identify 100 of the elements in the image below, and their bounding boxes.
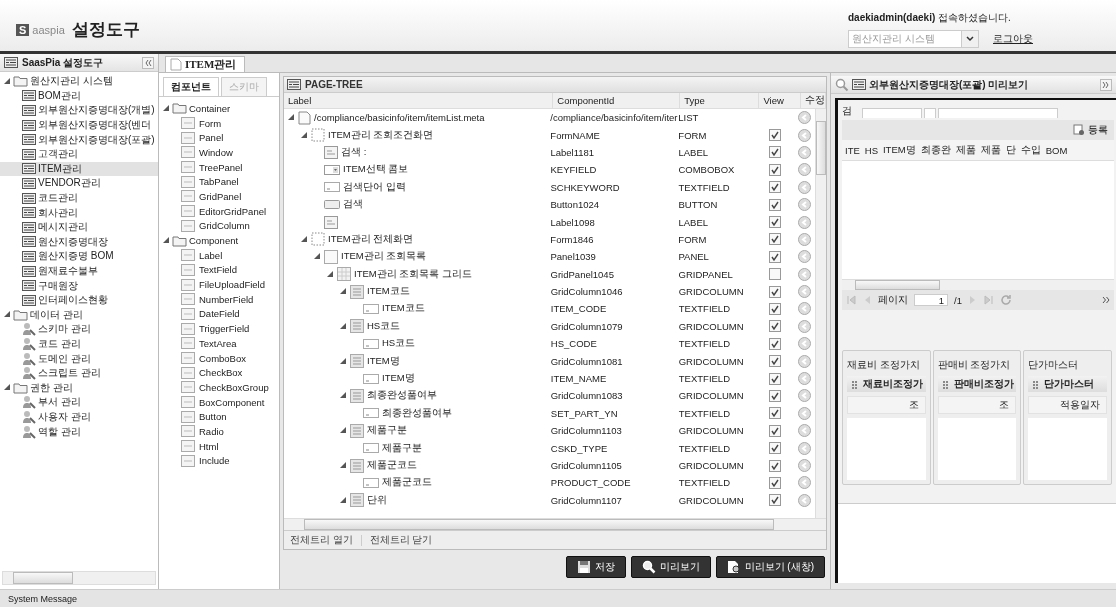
preview-button[interactable]: 미리보기 (새창): [715, 556, 825, 578]
column-header[interactable]: ComponentId: [553, 93, 681, 108]
column-header[interactable]: Label: [284, 93, 554, 108]
sidebar-item[interactable]: 역할 관리: [0, 424, 158, 439]
column-header[interactable]: 적용일자: [1028, 396, 1107, 414]
component-item[interactable]: Form: [199, 117, 222, 129]
sidebar-item[interactable]: ITEM관리: [0, 161, 158, 177]
sidebar-item[interactable]: BOM관리: [0, 88, 158, 104]
component-item[interactable]: GridPanel: [199, 190, 242, 202]
component-item[interactable]: TreePanel: [199, 161, 243, 173]
expander-icon[interactable]: [314, 253, 321, 261]
node-label[interactable]: 제품군코드: [382, 476, 432, 490]
view-checkbox[interactable]: [768, 389, 781, 402]
node-label[interactable]: 단위: [367, 493, 387, 507]
component-item[interactable]: ComboBox: [199, 352, 246, 364]
expander-icon[interactable]: [4, 311, 11, 319]
sidebar-item[interactable]: 외부원산지증명대장(포괄): [0, 132, 158, 147]
sidebar-item[interactable]: 메시지관리: [0, 219, 158, 235]
view-checkbox[interactable]: [768, 442, 781, 455]
view-checkbox[interactable]: [768, 303, 781, 315]
scrollbar[interactable]: [284, 518, 826, 530]
expander-icon[interactable]: [340, 392, 347, 400]
sidebar-item[interactable]: 외부원산지증명대장(벤더: [0, 117, 158, 133]
column-header[interactable]: 제품: [955, 143, 976, 157]
input-field[interactable]: [938, 108, 1058, 118]
sidebar-item[interactable]: 고객관리: [0, 146, 158, 162]
view-checkbox[interactable]: [768, 459, 781, 472]
input-field[interactable]: [924, 108, 936, 118]
component-item[interactable]: FileUploadField: [199, 279, 265, 291]
component-item[interactable]: TriggerField: [199, 323, 250, 335]
component-item[interactable]: EditorGridPanel: [199, 205, 267, 217]
column-header[interactable]: 단: [1005, 143, 1016, 157]
component-item[interactable]: Button: [199, 411, 227, 423]
node-label[interactable]: ITEM관리 조회목록: [341, 250, 427, 264]
expander-icon[interactable]: [4, 77, 11, 85]
node-label[interactable]: 검색: [343, 198, 363, 212]
component-item[interactable]: TabPanel: [199, 176, 239, 188]
sidebar-item[interactable]: 외부원산지증명대장(개별): [0, 103, 158, 118]
component-item[interactable]: CheckBox: [199, 367, 243, 379]
component-item[interactable]: Include: [199, 455, 230, 467]
view-checkbox[interactable]: [768, 355, 781, 368]
sidebar-item[interactable]: 원재료수불부: [0, 263, 158, 279]
expander-icon[interactable]: [340, 496, 347, 504]
view-checkbox[interactable]: [768, 285, 781, 298]
view-checkbox[interactable]: [768, 198, 781, 211]
node-label[interactable]: 제품군코드: [367, 459, 417, 472]
expander-icon[interactable]: [340, 462, 347, 469]
tab[interactable]: 컴포넌트: [163, 77, 219, 96]
expand-icon[interactable]: [1100, 78, 1112, 91]
view-checkbox[interactable]: [768, 146, 781, 159]
node-label[interactable]: 검색 :: [341, 145, 367, 159]
node-label[interactable]: ITEM관리 전체화면: [328, 232, 414, 246]
sidebar-item[interactable]: 인터페이스현황: [0, 292, 158, 308]
view-checkbox[interactable]: [768, 250, 781, 263]
node-label[interactable]: /compliance/basicinfo/item/itemList.meta: [314, 112, 485, 124]
save-button[interactable]: 저장: [565, 556, 626, 578]
view-checkbox[interactable]: [768, 407, 781, 420]
view-checkbox[interactable]: [768, 129, 781, 142]
node-label[interactable]: HS코드: [367, 319, 401, 333]
view-checkbox[interactable]: [768, 216, 781, 229]
sidebar-item[interactable]: 사용자 관리: [0, 409, 158, 425]
preview-button[interactable]: 미리보기: [630, 556, 711, 578]
node-label[interactable]: 최종완성품여부: [382, 406, 452, 420]
expander-icon[interactable]: [301, 235, 308, 243]
sidebar-item[interactable]: 코드관리: [0, 190, 158, 206]
node-label[interactable]: 제품구분: [382, 441, 422, 455]
node-label[interactable]: 최종완성품여부: [367, 389, 437, 403]
column-header[interactable]: 최종완: [920, 143, 951, 157]
group-label[interactable]: Component: [189, 235, 239, 247]
component-item[interactable]: BoxComponent: [199, 396, 265, 408]
scrollbar[interactable]: [815, 109, 826, 518]
node-label[interactable]: HS코드: [382, 337, 416, 351]
component-item[interactable]: Html: [199, 440, 219, 452]
component-item[interactable]: Panel: [199, 132, 224, 144]
component-item[interactable]: CheckBoxGroup: [199, 381, 269, 393]
expander-icon[interactable]: [340, 357, 347, 365]
view-checkbox[interactable]: [768, 268, 781, 281]
component-item[interactable]: DateField: [199, 308, 240, 320]
node-label[interactable]: ITEM명: [382, 372, 415, 386]
node-label[interactable]: ITEM명: [367, 354, 400, 368]
tree-toggle-link[interactable]: 전체트리 열기: [290, 533, 353, 547]
node-label[interactable]: ITEM코드: [382, 302, 425, 316]
node-label[interactable]: 제품구분: [367, 424, 407, 438]
expander-icon[interactable]: [340, 288, 347, 296]
component-item[interactable]: Radio: [199, 425, 224, 437]
view-checkbox[interactable]: [768, 424, 781, 437]
more-icon[interactable]: [1102, 296, 1110, 304]
group-label[interactable]: Container: [189, 102, 231, 114]
sidebar-item[interactable]: 구매원장: [0, 278, 158, 293]
sidebar-item[interactable]: VENDOR관리: [0, 176, 158, 191]
input-field[interactable]: [862, 108, 922, 118]
node-label[interactable]: ITEM관리 조회목록 그리드: [354, 267, 472, 281]
column-header[interactable]: 제품: [980, 143, 1001, 157]
sidebar-item[interactable]: 스크립트 관리: [0, 365, 158, 381]
view-checkbox[interactable]: [768, 233, 781, 246]
sidebar-item[interactable]: 원산지증명 BOM: [0, 249, 158, 264]
column-header[interactable]: ITE: [845, 144, 860, 156]
expander-icon[interactable]: [340, 427, 347, 435]
expander-icon[interactable]: [340, 322, 347, 330]
scrollbar[interactable]: [2, 571, 156, 585]
